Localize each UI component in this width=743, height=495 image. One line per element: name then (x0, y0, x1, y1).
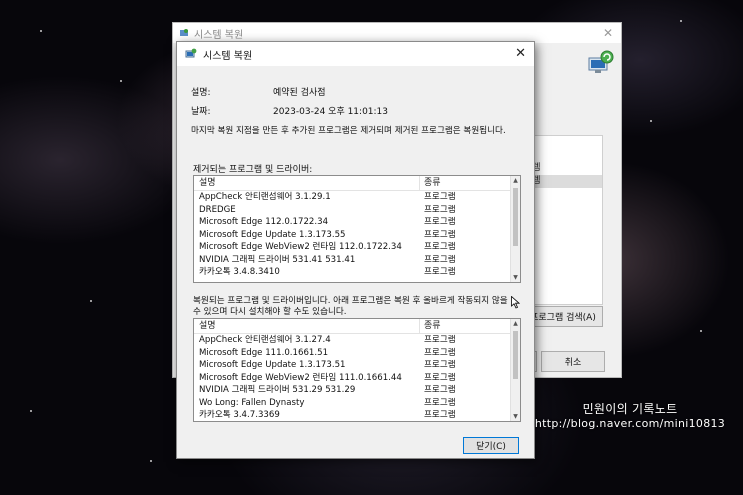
system-restore-icon (588, 50, 614, 73)
dialog-title: 시스템 복원 (203, 50, 253, 62)
removed-programs-list[interactable]: 설명 종류 AppCheck 안티랜섬웨어 3.1.29.1 프로그램 DREDG… (193, 175, 521, 283)
list-item[interactable]: Microsoft Edge Update 1.3.173.55 프로그램 (194, 229, 520, 242)
star (650, 120, 652, 122)
date-value: 2023-03-24 오후 11:01:13 (273, 107, 389, 117)
star (30, 410, 32, 412)
close-icon[interactable]: ✕ (515, 46, 526, 61)
vertical-scrollbar[interactable]: ▲ ▼ (510, 319, 520, 421)
watermark-url: http://blog.naver.com/mini10813 (534, 417, 726, 430)
scroll-up-icon[interactable]: ▲ (511, 320, 520, 327)
vertical-scrollbar[interactable]: ▲ ▼ (510, 176, 520, 282)
list-item[interactable]: Microsoft Edge 112.0.1722.34 프로그램 (194, 216, 520, 229)
list-item[interactable]: Microsoft Edge WebView2 런타임 112.0.1722.3… (194, 241, 520, 254)
cancel-button[interactable]: 취소 (541, 351, 605, 372)
star (90, 300, 92, 302)
close-icon[interactable]: ✕ (603, 26, 613, 40)
restored-programs-list[interactable]: 설명 종류 AppCheck 안티랜섬웨어 3.1.27.4 프로그램 Micro… (193, 318, 521, 422)
list-item[interactable]: NVIDIA 그래픽 드라이버 531.29 531.29 프로그램 (194, 384, 520, 397)
star (700, 330, 702, 332)
scrollbar-thumb[interactable] (513, 188, 518, 246)
removed-section-label: 제거되는 프로그램 및 드라이버: (193, 165, 313, 175)
list-header: 설명 종류 (194, 319, 520, 334)
scroll-up-icon[interactable]: ▲ (511, 177, 520, 184)
close-button[interactable]: 닫기(C) (463, 437, 519, 454)
scroll-down-icon[interactable]: ▼ (511, 274, 520, 281)
list-header: 설명 종류 (194, 176, 520, 191)
mouse-cursor-icon (511, 296, 520, 309)
star (120, 80, 122, 82)
background-window-titlebar: 시스템 복원 (173, 23, 621, 43)
dialog-titlebar: 시스템 복원 ✕ (177, 42, 534, 66)
background-window-title: 시스템 복원 (194, 29, 244, 41)
list-item[interactable]: Microsoft Edge WebView2 런타임 111.0.1661.4… (194, 372, 520, 385)
description-label: 설명: (191, 88, 211, 98)
column-header-description[interactable]: 설명 (194, 319, 420, 333)
star (680, 20, 682, 22)
info-text: 마지막 복원 지점을 만든 후 추가된 프로그램은 제거되며 제거된 프로그램은… (191, 126, 506, 136)
scrollbar-thumb[interactable] (513, 331, 518, 379)
affected-programs-dialog: 시스템 복원 ✕ 설명: 예약된 검사점 날짜: 2023-03-24 오후 1… (176, 41, 535, 459)
list-item[interactable]: Microsoft Edge Update 1.3.173.51 프로그램 (194, 359, 520, 372)
scan-affected-programs-button[interactable]: 프로그램 검색(A) (523, 306, 603, 327)
watermark-title: 민원이의 기록노트 (582, 402, 678, 416)
star (150, 460, 152, 462)
description-value: 예약된 검사점 (273, 88, 326, 98)
list-item[interactable]: AppCheck 안티랜섬웨어 3.1.29.1 프로그램 (194, 191, 520, 204)
system-restore-icon (185, 48, 197, 58)
list-item[interactable]: NVIDIA 그래픽 드라이버 531.41 531.41 프로그램 (194, 254, 520, 267)
column-header-type[interactable]: 종류 (420, 176, 441, 190)
date-label: 날짜: (191, 107, 211, 117)
system-restore-icon (180, 29, 188, 36)
restored-section-label-line2: 수 있으며 다시 설치해야 할 수도 있습니다. (193, 307, 347, 317)
blog-watermark: 민원이의 기록노트 http://blog.naver.com/mini1081… (530, 400, 730, 430)
scroll-down-icon[interactable]: ▼ (511, 413, 520, 420)
column-header-description[interactable]: 설명 (194, 176, 420, 190)
list-item[interactable]: 카카오톡 3.4.8.3410 프로그램 (194, 266, 520, 279)
column-header-type[interactable]: 종류 (420, 319, 441, 333)
list-item[interactable]: AppCheck 안티랜섬웨어 3.1.27.4 프로그램 (194, 334, 520, 347)
list-item[interactable]: DREDGE 프로그램 (194, 204, 520, 217)
list-item[interactable]: Microsoft Edge 111.0.1661.51 프로그램 (194, 347, 520, 360)
star (40, 30, 42, 32)
list-item[interactable]: Wo Long: Fallen Dynasty 프로그램 (194, 397, 520, 410)
list-item[interactable]: 카카오톡 3.4.7.3369 프로그램 (194, 409, 520, 421)
